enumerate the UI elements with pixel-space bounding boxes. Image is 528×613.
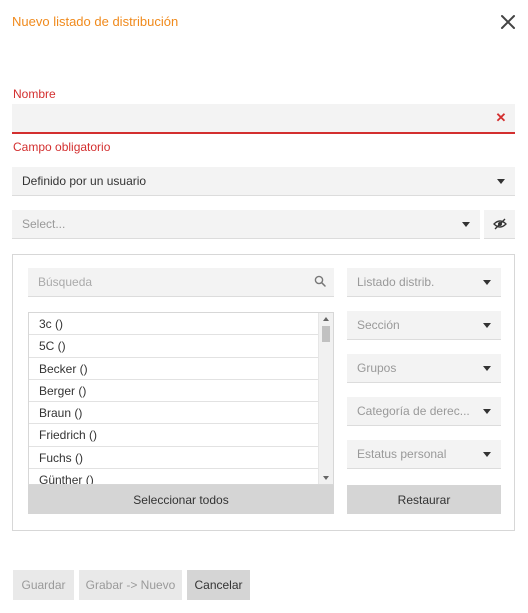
search-input[interactable] [38, 275, 314, 289]
list-item[interactable]: Fuchs () [29, 447, 319, 470]
search-icon[interactable] [314, 275, 326, 290]
chevron-down-icon [497, 178, 505, 184]
filter-staff-status[interactable]: Estatus personal [347, 440, 501, 469]
list-item[interactable]: Braun () [29, 402, 319, 425]
scroll-up-arrow-icon[interactable] [323, 317, 329, 321]
list-item[interactable]: 5C () [29, 335, 319, 358]
chevron-down-icon [483, 408, 491, 414]
list-type-value: Definido por un usuario [22, 174, 147, 188]
clear-x-icon[interactable]: ✕ [494, 111, 508, 125]
list-scrollbar[interactable] [318, 313, 333, 484]
save-and-new-button[interactable]: Grabar -> Nuevo [79, 570, 182, 600]
filter-groups[interactable]: Grupos [347, 354, 501, 383]
filter-distribution-list[interactable]: Listado distrib. [347, 268, 501, 297]
restore-button[interactable]: Restaurar [347, 485, 501, 514]
filter-label: Estatus personal [357, 447, 447, 461]
eye-slash-icon[interactable] [484, 210, 515, 239]
filter-section[interactable]: Sección [347, 311, 501, 340]
list-item[interactable]: Günther () [29, 469, 319, 484]
chevron-down-icon [483, 279, 491, 285]
list-item[interactable]: Berger () [29, 380, 319, 403]
save-button[interactable]: Guardar [13, 570, 74, 600]
chevron-down-icon [462, 221, 470, 227]
filter-rights-category[interactable]: Categoría de derec... [347, 397, 501, 426]
filter-label: Sección [357, 318, 400, 332]
filter-label: Categoría de derec... [357, 404, 470, 418]
filter-label: Grupos [357, 361, 397, 375]
chevron-down-icon [483, 322, 491, 328]
close-icon[interactable] [498, 12, 518, 32]
list-type-select[interactable]: Definido por un usuario [12, 167, 515, 196]
people-list[interactable]: 3c () 5C () Becker () Berger () Braun ()… [28, 312, 334, 485]
scrollbar-thumb[interactable] [322, 326, 330, 342]
scroll-down-arrow-icon[interactable] [323, 476, 329, 480]
chevron-down-icon [483, 365, 491, 371]
list-item[interactable]: 3c () [29, 313, 319, 336]
search-box[interactable] [28, 268, 334, 297]
name-input[interactable] [12, 104, 515, 134]
list-item[interactable]: Becker () [29, 358, 319, 380]
select-all-button[interactable]: Seleccionar todos [28, 485, 334, 514]
name-label: Nombre [13, 87, 56, 101]
required-error-text: Campo obligatorio [13, 140, 111, 154]
recipient-select-placeholder: Select... [22, 217, 66, 231]
dialog-title: Nuevo listado de distribución [12, 14, 179, 29]
cancel-button[interactable]: Cancelar [187, 570, 250, 600]
filter-label: Listado distrib. [357, 275, 435, 289]
recipient-select[interactable]: Select... [12, 210, 480, 239]
list-item[interactable]: Friedrich () [29, 424, 319, 447]
chevron-down-icon [483, 451, 491, 457]
